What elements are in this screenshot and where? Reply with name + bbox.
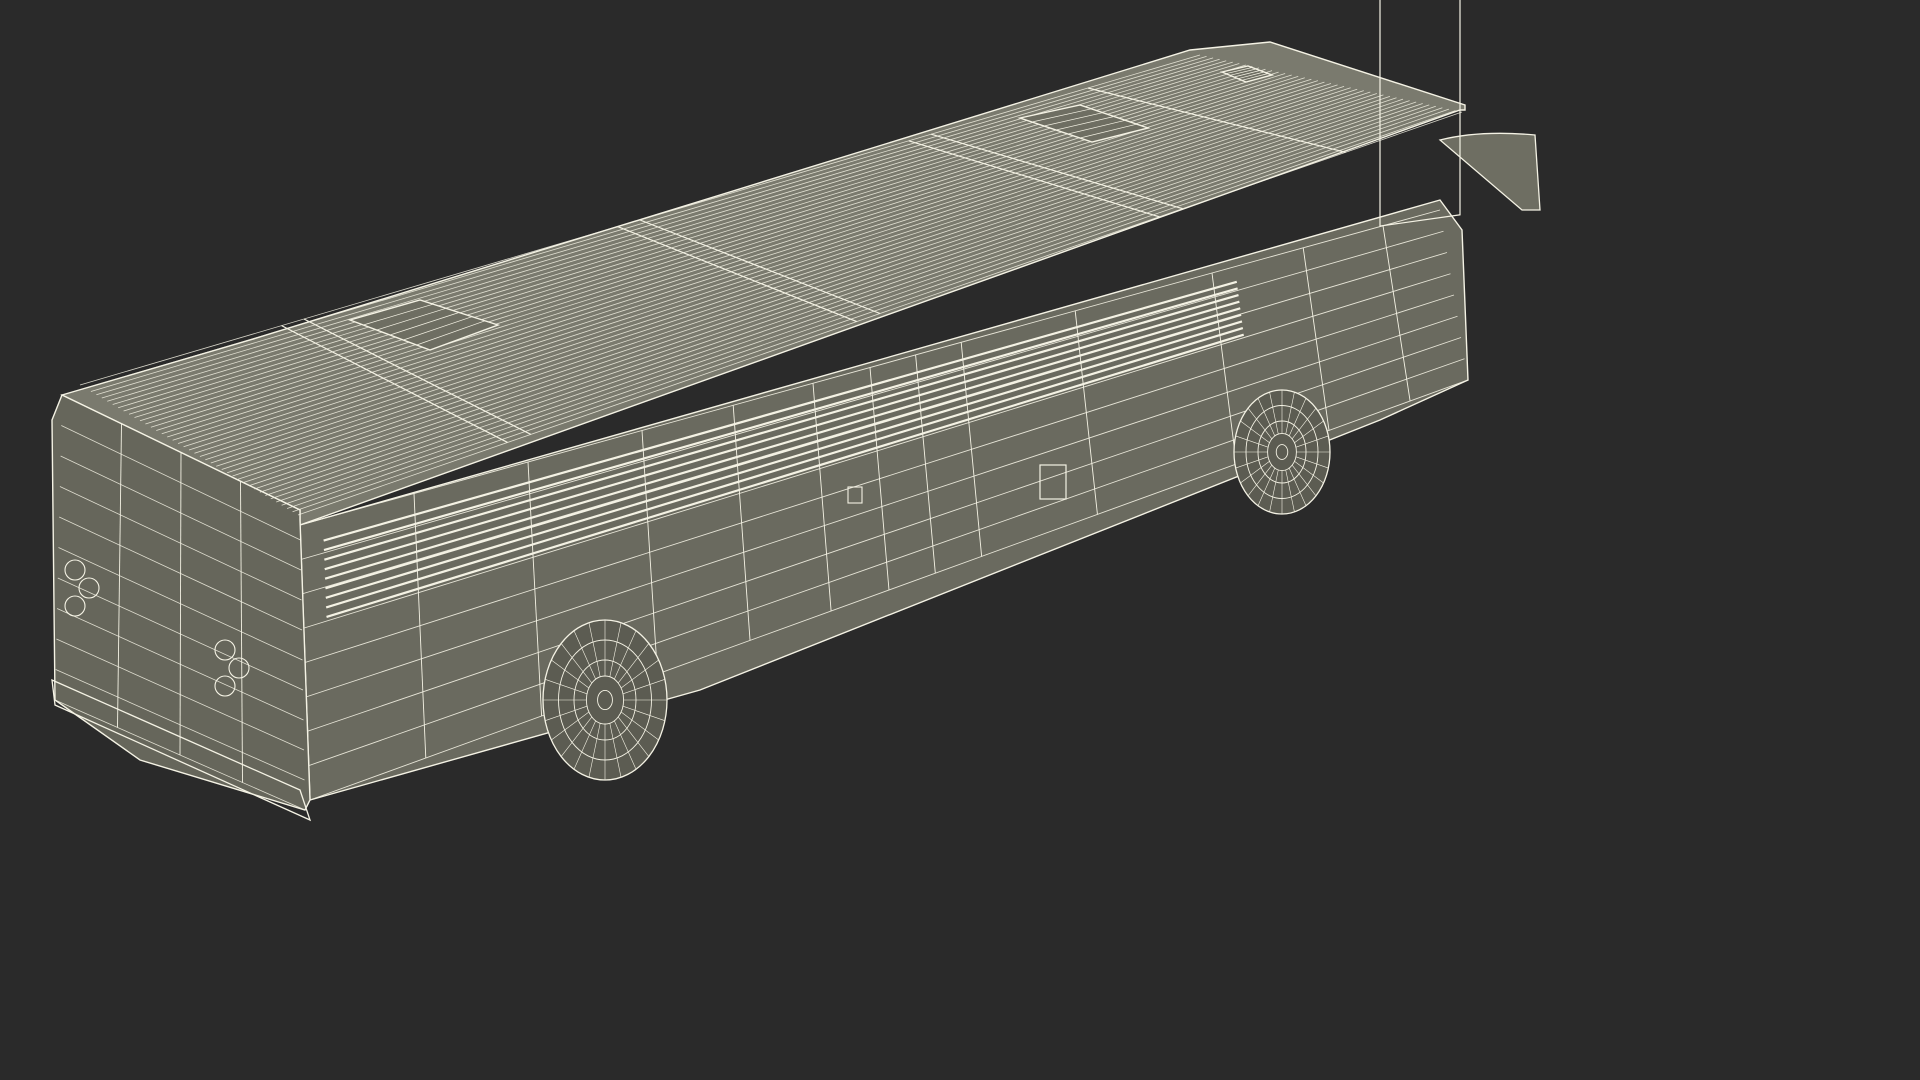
render-viewport <box>0 0 1568 882</box>
side-mirror-icon <box>1438 132 1541 211</box>
bus-wireframe-render <box>51 0 1541 822</box>
